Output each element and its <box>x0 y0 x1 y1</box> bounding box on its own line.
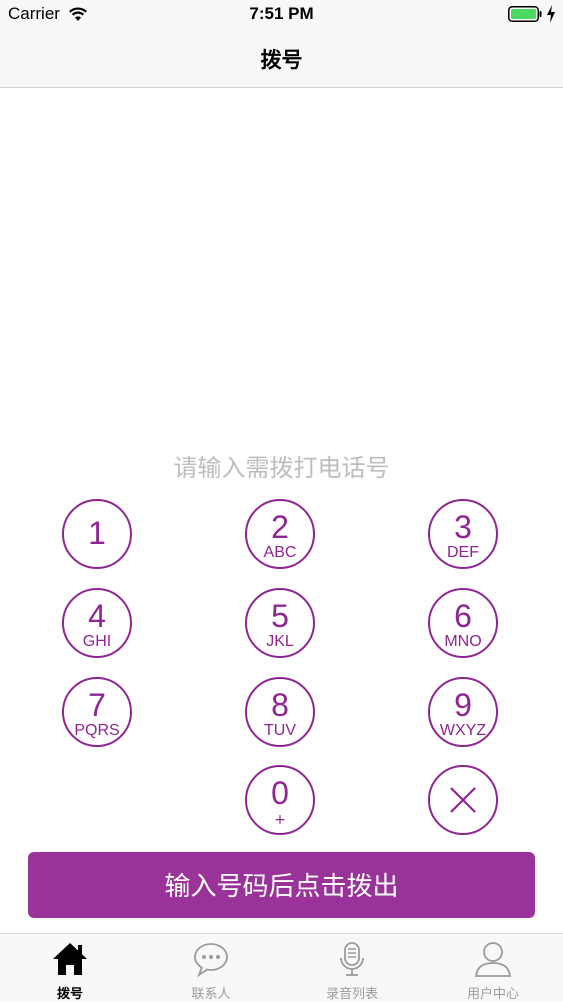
key-letters: PQRS <box>74 722 120 739</box>
page-title: 拨号 <box>260 48 303 72</box>
key-digit: 4 <box>88 598 106 634</box>
status-bar: Carrier 7:51 PM <box>0 0 563 30</box>
navigation-bar: 拨号 <box>0 30 563 88</box>
key-letters: MNO <box>444 633 482 650</box>
key-9[interactable]: 9 WXYZ <box>428 677 498 747</box>
microphone-icon <box>340 942 364 976</box>
key-letters: + <box>274 812 286 828</box>
key-digit: 7 <box>88 687 106 723</box>
key-digit: 3 <box>454 509 472 545</box>
key-digit: 0 <box>271 775 289 811</box>
key-1[interactable]: 1 <box>62 499 132 569</box>
key-letters: TUV <box>264 722 296 739</box>
key-2[interactable]: 2 ABC <box>245 499 315 569</box>
key-digit: 1 <box>88 515 106 551</box>
battery-icon <box>508 6 542 22</box>
key-letters: WXYZ <box>439 722 487 739</box>
tab-dial[interactable]: 拨号 <box>0 934 140 1002</box>
tab-label: 拨号 <box>56 987 83 1002</box>
key-3[interactable]: 3 DEF <box>428 499 498 569</box>
user-icon <box>475 942 511 977</box>
chat-bubble-icon <box>194 943 228 978</box>
tab-label: 联系人 <box>191 987 231 1002</box>
close-x-icon <box>450 787 476 813</box>
tab-label: 用户中心 <box>466 987 519 1002</box>
tab-label: 录音列表 <box>325 987 378 1002</box>
key-digit: 9 <box>454 687 472 723</box>
key-letters: ABC <box>263 544 297 561</box>
key-6[interactable]: 6 MNO <box>428 588 498 658</box>
tab-user-center[interactable]: 用户中心 <box>423 934 563 1002</box>
key-0[interactable]: 0 + <box>245 765 315 835</box>
key-digit: 6 <box>454 598 472 634</box>
charging-bolt-icon <box>547 5 555 23</box>
tab-contacts[interactable]: 联系人 <box>141 934 281 1002</box>
key-5[interactable]: 5 JKL <box>245 588 315 658</box>
key-digit: 2 <box>271 509 289 545</box>
phone-number-display: 请输入需拨打电话号 <box>173 454 390 482</box>
key-digit: 8 <box>271 687 289 723</box>
key-digit: 5 <box>271 598 289 634</box>
key-letters: DEF <box>447 544 479 561</box>
clock: 7:51 PM <box>249 4 314 23</box>
key-4[interactable]: 4 GHI <box>62 588 132 658</box>
delete-button[interactable] <box>428 765 498 835</box>
tab-bar: 拨号 联系人 录音列表 用户中心 <box>0 933 563 1002</box>
home-icon <box>53 943 87 975</box>
key-7[interactable]: 7 PQRS <box>62 677 132 747</box>
key-letters: JKL <box>266 633 294 650</box>
tab-recordings[interactable]: 录音列表 <box>282 934 422 1002</box>
call-button[interactable]: 输入号码后点击拨出 <box>28 852 535 918</box>
key-letters: GHI <box>82 633 112 650</box>
key-8[interactable]: 8 TUV <box>245 677 315 747</box>
